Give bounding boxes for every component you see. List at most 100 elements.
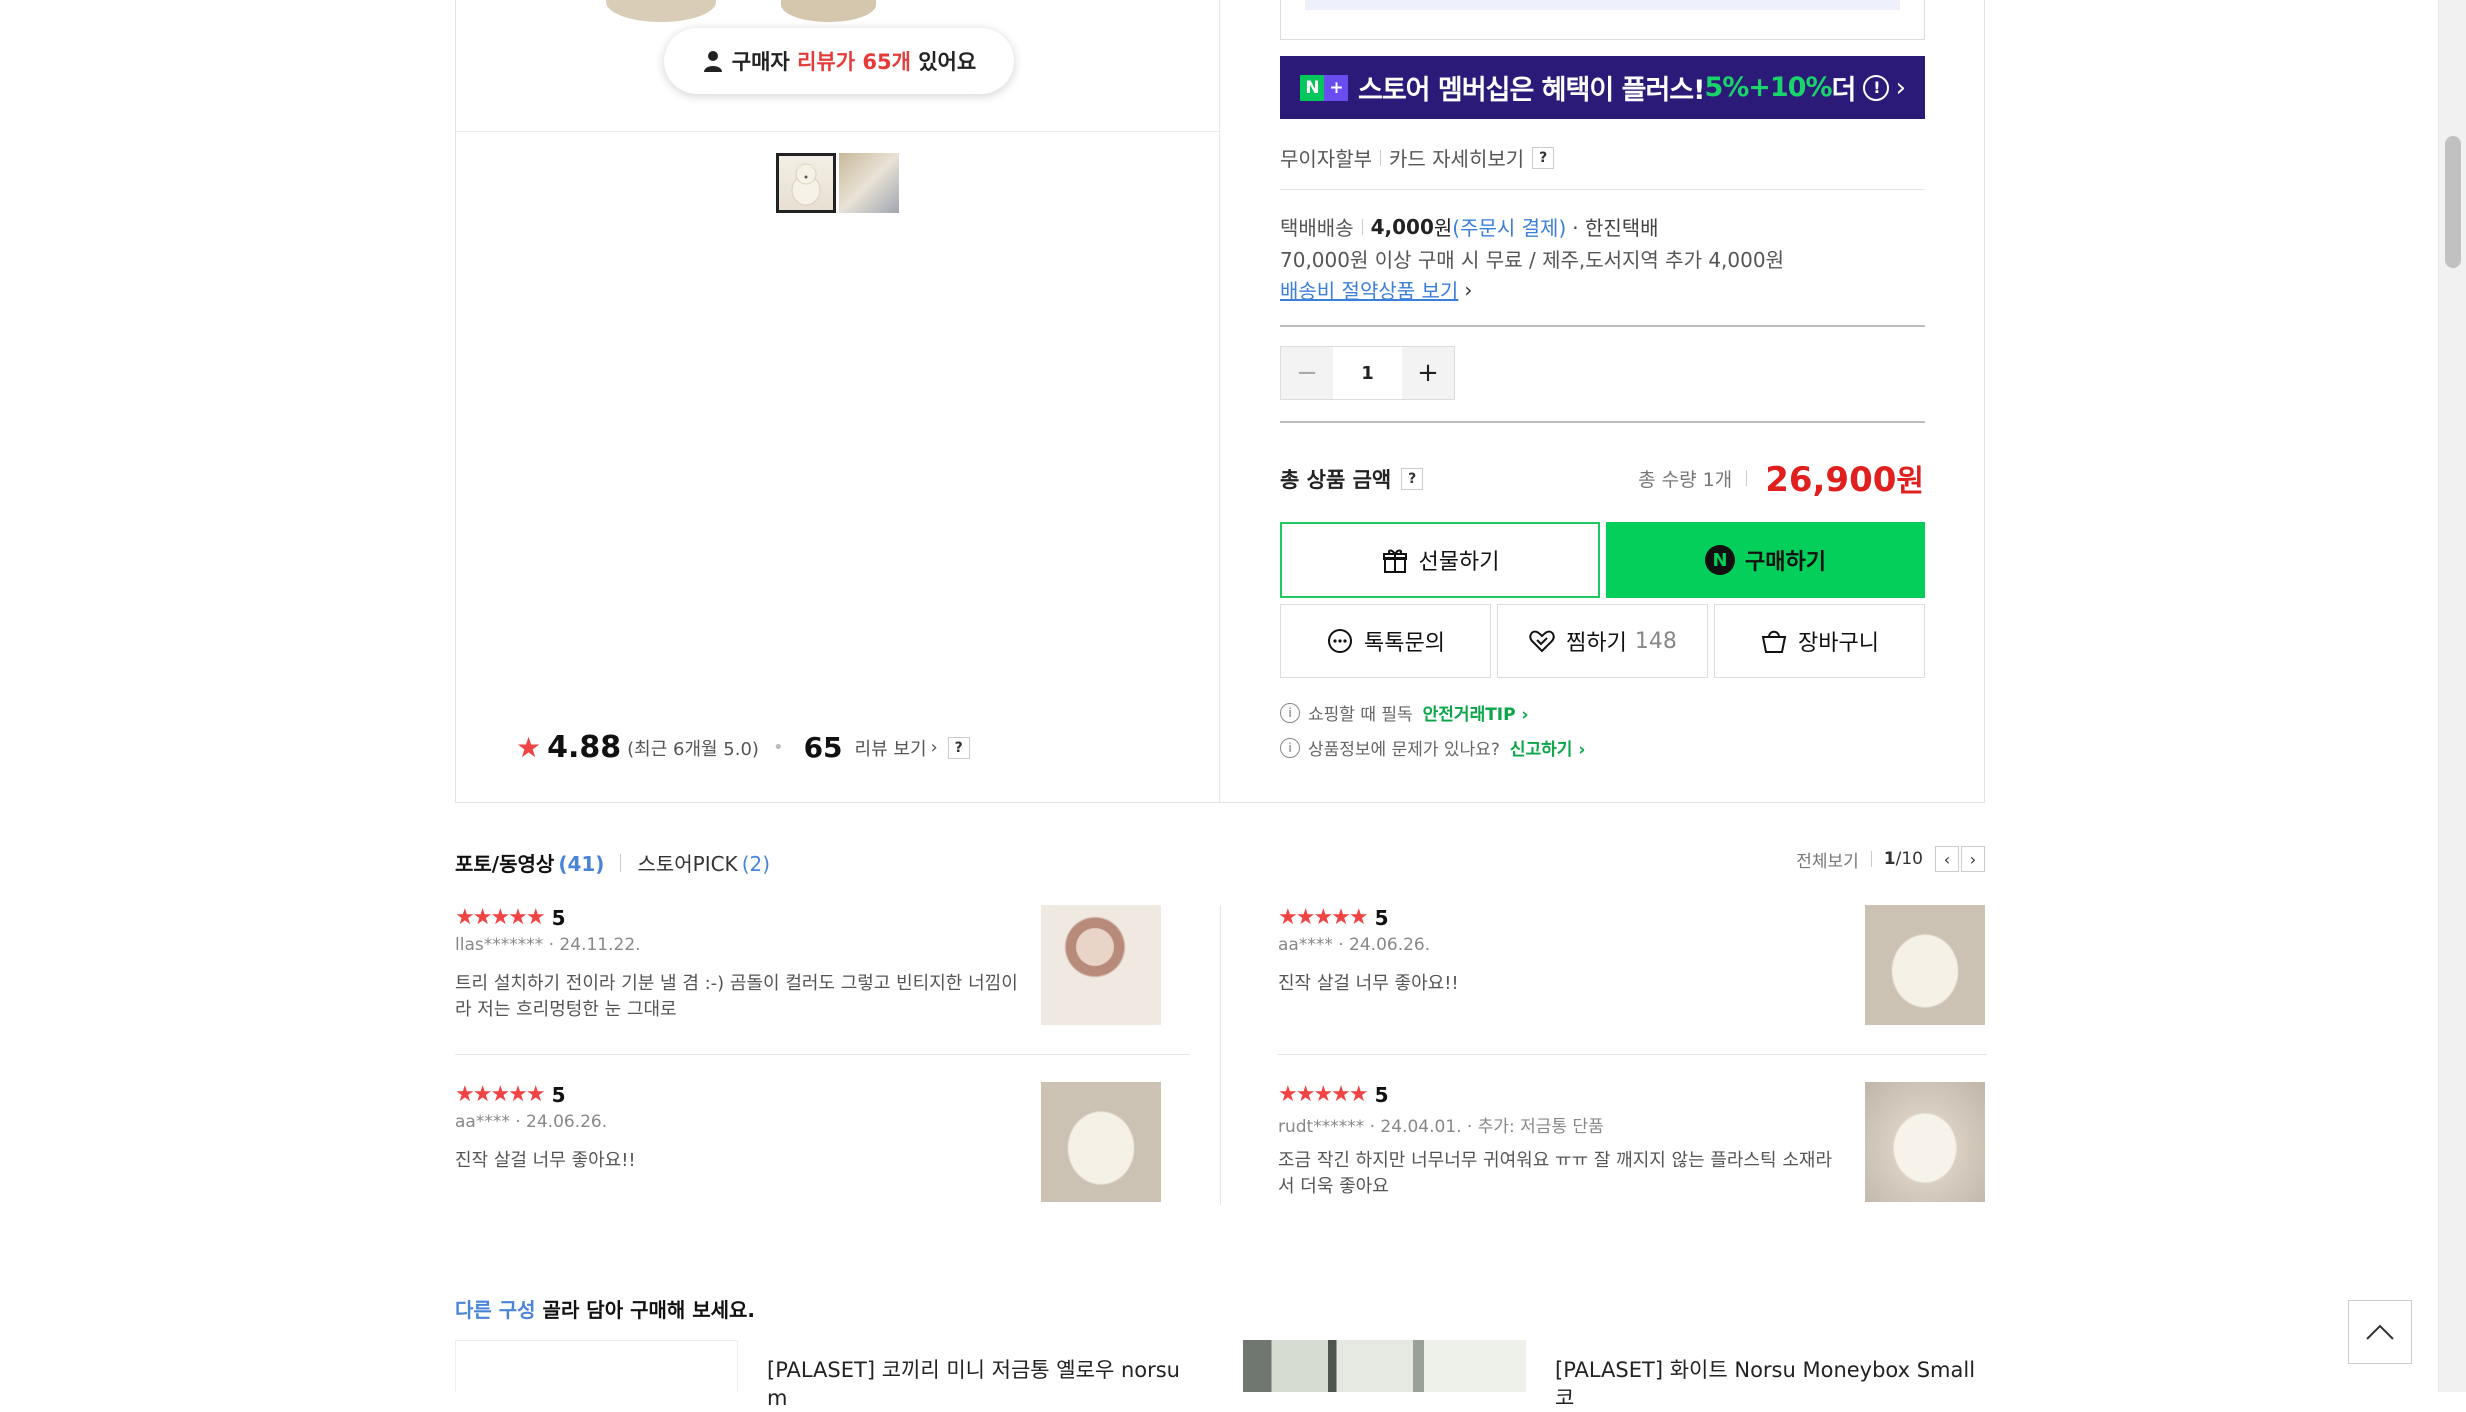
shipping-payment-note: (주문시 결제) (1452, 216, 1567, 240)
review-score: 5 (551, 1082, 566, 1107)
cart-label: 장바구니 (1798, 631, 1879, 656)
page-scrollbar[interactable] (2438, 0, 2466, 1392)
shopping-bag-icon (1761, 630, 1787, 653)
star-rating-icons: ★★★★★ (1278, 1082, 1369, 1107)
quantity-plus-button[interactable]: + (1402, 347, 1454, 399)
main-product-image[interactable]: 구매자 리뷰가 65개 있어요 (456, 0, 1219, 132)
other-product-image-2[interactable] (1243, 1340, 1526, 1392)
buy-button[interactable]: N 구매하기 (1606, 522, 1925, 598)
talk-inquiry-button[interactable]: 톡톡문의 (1280, 604, 1491, 678)
total-price: 26,900원 (1765, 456, 1924, 500)
divider (1220, 905, 1221, 1205)
product-image-fragment-right (781, 0, 876, 22)
page-current: 1 (1883, 849, 1896, 869)
bear-thumbnail-image (791, 163, 821, 206)
quantity-stepper: − 1 + (1280, 346, 1455, 400)
gift-icon (1382, 549, 1407, 573)
card-detail-link[interactable]: 카드 자세히보기 (1389, 143, 1524, 172)
wish-label: 찜하기 (1566, 631, 1627, 656)
review-photo[interactable] (1865, 1082, 1985, 1202)
gift-button[interactable]: 선물하기 (1280, 522, 1600, 598)
view-all-link[interactable]: 전체보기 (1796, 847, 1859, 872)
review-item[interactable]: ★★★★★ 5 aa**** · 24.06.26. 진작 살걸 너무 좋아요!! (455, 1082, 1220, 1218)
tab-store-pick-count: (2) (741, 852, 771, 876)
review-rating: ★★★★★ 5 (1278, 905, 1389, 930)
other-options-rest: 골라 담아 구매해 보세요. (542, 1298, 756, 1322)
review-pill-suffix: 있어요 (918, 50, 977, 74)
other-options-title: 다른 구성 골라 담아 구매해 보세요. (455, 1294, 755, 1323)
badge-n: N (1300, 74, 1324, 101)
report-text: 상품정보에 문제가 있나요? (1308, 740, 1500, 760)
total-price-won: 원 (1896, 464, 1924, 499)
membership-text: 스토어 멤버십은 혜택이 플러스! (1358, 75, 1705, 106)
shipping-price: 4,000 (1370, 214, 1434, 239)
shipping-label: 택배배송 (1280, 216, 1354, 240)
help-icon[interactable]: ? (1401, 468, 1424, 490)
membership-highlight: 5%+10% (1704, 72, 1832, 103)
naver-plus-badge: N + (1300, 74, 1348, 101)
purchase-panel: N + 스토어 멤버십은 혜택이 플러스! 5%+10% 더 ! › 무이자할부… (1220, 0, 1985, 803)
tab-photo-video-count: (41) (558, 852, 605, 876)
quantity-value[interactable]: 1 (1333, 347, 1402, 399)
review-link[interactable]: 리뷰 보기 (855, 735, 927, 761)
report-link[interactable]: 신고하기 › (1510, 735, 1585, 760)
divider (455, 1054, 1190, 1055)
shipping-saving-row: 배송비 절약상품 보기 › (1280, 275, 1472, 304)
review-rating: ★★★★★ 5 (1278, 1082, 1389, 1107)
rating-score: 4.88 (547, 730, 622, 765)
star-icon: ★ (516, 731, 542, 764)
membership-banner[interactable]: N + 스토어 멤버십은 혜택이 플러스! 5%+10% 더 ! › (1280, 56, 1925, 119)
talk-label: 톡톡문의 (1364, 631, 1445, 656)
divider (1278, 1054, 1987, 1055)
buyer-review-pill[interactable]: 구매자 리뷰가 65개 있어요 (664, 28, 1014, 94)
exclamation-icon[interactable]: ! (1863, 74, 1890, 101)
review-rating: ★★★★★ 5 (455, 905, 566, 930)
shipping-saving-link[interactable]: 배송비 절약상품 보기 (1280, 275, 1458, 304)
tab-store-pick[interactable]: 스토어PICK (2) (637, 848, 770, 877)
review-meta: aa**** · 24.06.26. (455, 1112, 608, 1132)
total-label: 총 상품 금액 (1280, 468, 1392, 492)
naver-pay-icon: N (1705, 545, 1736, 575)
scroll-to-top-button[interactable] (2348, 1300, 2412, 1364)
cart-button[interactable]: 장바구니 (1714, 604, 1925, 678)
divider (1746, 470, 1748, 486)
other-product-name-2[interactable]: [PALASET] 화이트 Norsu Moneybox Small 코 (1555, 1356, 1985, 1412)
installment-row: 무이자할부 카드 자세히보기 ? (1280, 143, 1555, 172)
review-body: 조금 작긴 하지만 너무너무 귀여워요 ㅠㅠ 잘 깨지지 않는 플라스틱 소재라… (1278, 1150, 1833, 1197)
other-product-name-1[interactable]: [PALASET] 코끼리 미니 저금통 옐로우 norsu m (767, 1356, 1197, 1412)
thumbnail-1[interactable] (776, 153, 836, 213)
heart-icon (1529, 630, 1555, 653)
coupon-bar (1305, 0, 1900, 10)
help-icon[interactable]: ? (1532, 146, 1555, 169)
report-row: i 상품정보에 문제가 있나요? 신고하기 › (1280, 735, 1585, 760)
shipping-condition: 70,000원 이상 구매 시 무료 / 제주,도서지역 추가 4,000원 (1280, 248, 1784, 272)
help-icon[interactable]: ? (947, 736, 970, 759)
star-rating-icons: ★★★★★ (455, 1082, 546, 1107)
next-page-button[interactable]: › (1961, 846, 1985, 872)
review-score: 5 (1374, 1082, 1389, 1107)
rating-summary: ★ 4.88 (최근 6개월 5.0) • 65 리뷰 보기 › ? (516, 730, 970, 765)
review-item[interactable]: ★★★★★ 5 aa**** · 24.06.26. 진작 살걸 너무 좋아요!! (1278, 905, 2043, 1041)
prev-page-button[interactable]: ‹ (1935, 846, 1959, 872)
total-price-value: 26,900 (1765, 460, 1897, 500)
review-photo[interactable] (1865, 905, 1985, 1025)
review-photo[interactable] (1041, 1082, 1161, 1202)
thumbnail-2[interactable] (839, 153, 899, 213)
review-item[interactable]: ★★★★★ 5 llas******* · 24.11.22. 트리 설치하기 전… (455, 905, 1220, 1041)
other-product-image-1[interactable] (455, 1340, 738, 1392)
total-summary: 총 수량 1개 26,900원 (1638, 456, 1924, 500)
tab-photo-video[interactable]: 포토/동영상 (41) (455, 848, 604, 877)
badge-plus: + (1324, 74, 1348, 101)
other-options-highlight: 다른 구성 (455, 1298, 536, 1322)
review-score: 5 (551, 905, 566, 930)
product-image-fragment-left (606, 0, 716, 22)
product-gallery: 구매자 리뷰가 65개 있어요 ★ 4.88 (최근 6개월 5.0) • 65… (455, 0, 1220, 803)
quantity-minus-button[interactable]: − (1281, 347, 1333, 399)
scrollbar-thumb[interactable] (2445, 136, 2461, 268)
safe-tip-link[interactable]: 안전거래TIP › (1423, 700, 1529, 725)
review-meta: llas******* · 24.11.22. (455, 935, 641, 955)
review-item[interactable]: ★★★★★ 5 rudt****** · 24.04.01. · 추가: 저금통 … (1278, 1082, 2043, 1218)
wishlist-button[interactable]: 찜하기 148 (1497, 604, 1708, 678)
chevron-up-icon (2366, 1324, 2394, 1340)
review-photo[interactable] (1041, 905, 1161, 1025)
